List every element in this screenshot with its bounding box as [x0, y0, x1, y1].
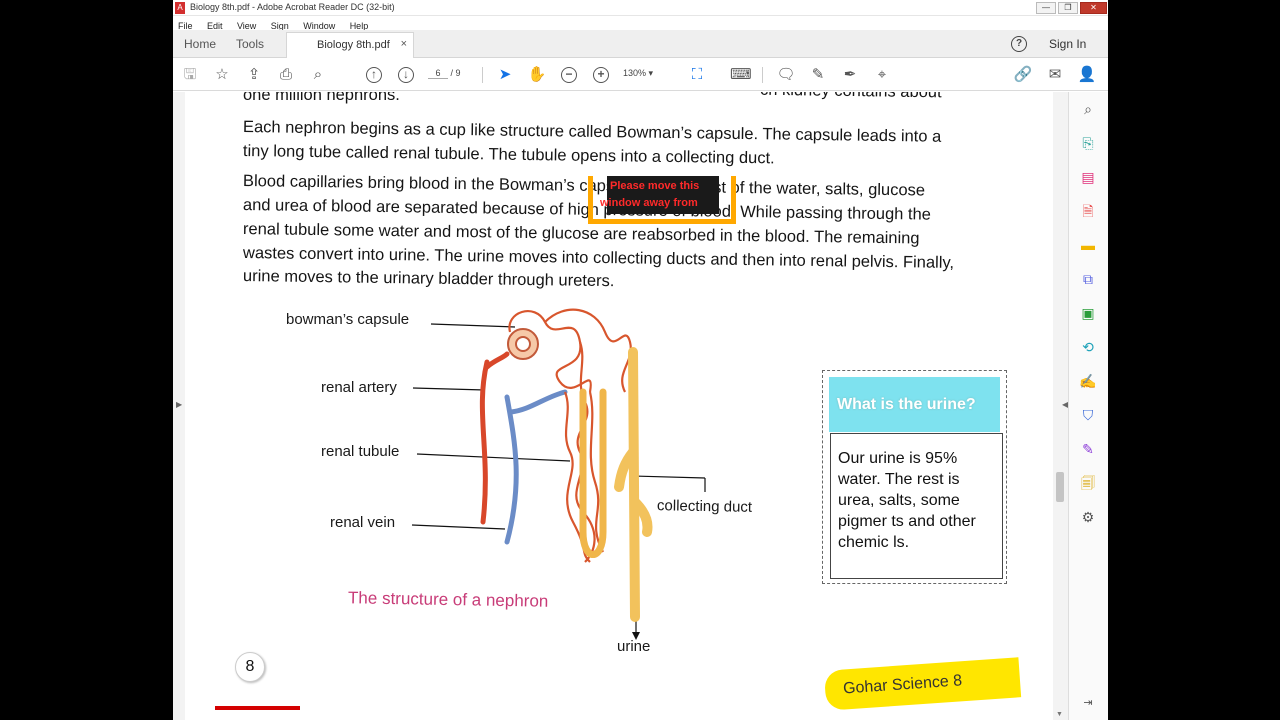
fill-sign-icon[interactable]: ✍	[1079, 372, 1097, 390]
window-title: Biology 8th.pdf - Adobe Acrobat Reader D…	[190, 2, 395, 12]
zoom-value: 130%	[623, 68, 647, 78]
edit-pdf-icon[interactable]: 🗎	[1079, 202, 1097, 220]
toolbar-divider	[762, 67, 763, 83]
info-box-text: Our urine is 95% water. The rest is urea…	[838, 450, 976, 551]
sign-pen-icon[interactable]: ✒	[840, 65, 860, 85]
print-icon[interactable]: ⎙	[276, 65, 296, 85]
label-renal-vein: renal vein	[330, 514, 396, 531]
previous-page-icon[interactable]: ↑	[366, 67, 382, 83]
info-box-body: Our urine is 95% water. The rest is urea…	[830, 433, 1003, 579]
comment-tool-icon[interactable]: ▬	[1079, 236, 1097, 254]
zoom-in-icon[interactable]: +	[593, 67, 609, 83]
menu-bar: File Edit View Sign Window Help	[173, 16, 1108, 31]
bowmans-capsule-shape	[507, 328, 539, 360]
compress-pdf-icon[interactable]: ⟲	[1079, 338, 1097, 356]
protect-shield-icon[interactable]: ⛉	[1079, 406, 1097, 424]
left-panel-toggle-icon[interactable]: ▶	[176, 400, 182, 409]
footer-red-line	[215, 706, 300, 710]
brand-text: Gohar Science 8	[842, 672, 963, 698]
highlight-pen-icon[interactable]: ✎	[808, 65, 828, 85]
tab-tools[interactable]: Tools	[236, 30, 264, 58]
collecting-duct-shape	[614, 347, 653, 622]
info-box-header: What is the urine?	[829, 377, 1000, 432]
renal-vein-shape	[504, 389, 568, 545]
combine-files-icon[interactable]: ⧉	[1079, 270, 1097, 288]
add-user-icon[interactable]: 👤	[1077, 65, 1097, 85]
tab-home[interactable]: Home	[184, 30, 216, 58]
notice-line-1: Please move this	[610, 180, 700, 192]
request-signature-icon[interactable]: ✎	[1079, 440, 1097, 458]
page-number-badge: 8	[235, 652, 265, 682]
close-window-button[interactable]: ✕	[1080, 2, 1107, 14]
right-tools-panel: ⌕ ⎘ ▤ 🗎 ▬ ⧉ ▣ ⟲ ✍ ⛉ ✎ 🗐 ⚙ ⇥	[1068, 92, 1108, 720]
renal-artery-shape	[479, 351, 510, 525]
toolbar: 🖫 ☆ ⇪ ⎙ ⌕ ↑ ↓ 6 / 9 ➤ ✋ − + 130% ▾ ⛶ ⌨ 🗨…	[173, 59, 1108, 91]
comment-icon[interactable]: 🗨	[776, 65, 796, 85]
zoom-tool-icon[interactable]: ⌕	[1079, 100, 1097, 118]
stamp-icon[interactable]: ⌖	[872, 65, 892, 85]
more-tools-icon[interactable]: ⚙	[1079, 508, 1097, 526]
label-renal-artery: renal artery	[321, 379, 397, 396]
scrollbar-thumb[interactable]	[1056, 472, 1064, 502]
label-collecting-duct: collecting duct	[656, 497, 753, 516]
tab-document[interactable]: Biology 8th.pdf ×	[286, 32, 414, 58]
figure-caption: The structure of a nephron	[347, 588, 549, 611]
share-link-icon[interactable]: 🔗	[1013, 65, 1033, 85]
select-cursor-icon[interactable]: ➤	[495, 65, 515, 85]
search-icon[interactable]: ⌕	[308, 65, 328, 85]
notice-line-2: window away from	[600, 197, 698, 209]
document-area[interactable]: ▶ one million nephrons. ch kidney contai…	[173, 92, 1068, 720]
keyboard-scroll-icon[interactable]: ⌨	[730, 65, 752, 85]
page-total: / 9	[450, 68, 461, 78]
hand-tool-icon[interactable]: ✋	[527, 65, 547, 85]
prepare-form-icon[interactable]: 🗐	[1079, 474, 1097, 492]
info-box-title: What is the urine?	[837, 396, 976, 413]
acrobat-window: A Biology 8th.pdf - Adobe Acrobat Reader…	[173, 0, 1108, 720]
minimize-button[interactable]: —	[1036, 2, 1056, 14]
collapse-panel-icon[interactable]: ⇥	[1079, 694, 1097, 712]
zoom-dropdown[interactable]: 130% ▾	[623, 68, 653, 79]
toolbar-divider	[482, 67, 483, 83]
move-window-notice: Please move this window away from	[588, 176, 736, 224]
acrobat-app-icon: A	[175, 2, 185, 14]
notice-panel: Please move this window away from	[600, 176, 719, 214]
organize-pages-icon[interactable]: ▣	[1079, 304, 1097, 322]
document-tab-label: Biology 8th.pdf	[317, 39, 390, 51]
sign-in-button[interactable]: Sign In	[1049, 37, 1086, 51]
pdf-page[interactable]: one million nephrons. ch kidney contains…	[185, 92, 1055, 720]
label-bowmans-capsule: bowman’s capsule	[286, 311, 410, 328]
tab-bar: Home Tools Biology 8th.pdf × ? Sign In	[173, 30, 1108, 58]
bookmark-star-icon[interactable]: ☆	[212, 65, 232, 85]
email-icon[interactable]: ✉	[1045, 65, 1065, 85]
page-current-input[interactable]: 6	[428, 68, 448, 79]
zoom-out-icon[interactable]: −	[561, 67, 577, 83]
upload-icon[interactable]: ⇪	[244, 65, 264, 85]
scroll-down-icon[interactable]: ▼	[1056, 711, 1063, 718]
info-box: What is the urine? Our urine is 95% wate…	[822, 370, 1007, 584]
create-pdf-icon[interactable]: ▤	[1079, 168, 1097, 186]
close-tab-icon[interactable]: ×	[401, 38, 407, 50]
maximize-button[interactable]: ❐	[1058, 2, 1078, 14]
page-indicator[interactable]: 6 / 9	[428, 68, 461, 79]
label-renal-tubule: renal tubule	[321, 443, 400, 460]
save-icon[interactable]: 🖫	[180, 65, 200, 85]
label-urine: urine	[617, 638, 651, 655]
title-bar: A Biology 8th.pdf - Adobe Acrobat Reader…	[173, 0, 1108, 16]
help-icon[interactable]: ?	[1011, 36, 1027, 52]
next-page-icon[interactable]: ↓	[398, 67, 414, 83]
export-pdf-icon[interactable]: ⎘	[1079, 134, 1097, 152]
fit-page-icon[interactable]: ⛶	[687, 65, 707, 85]
